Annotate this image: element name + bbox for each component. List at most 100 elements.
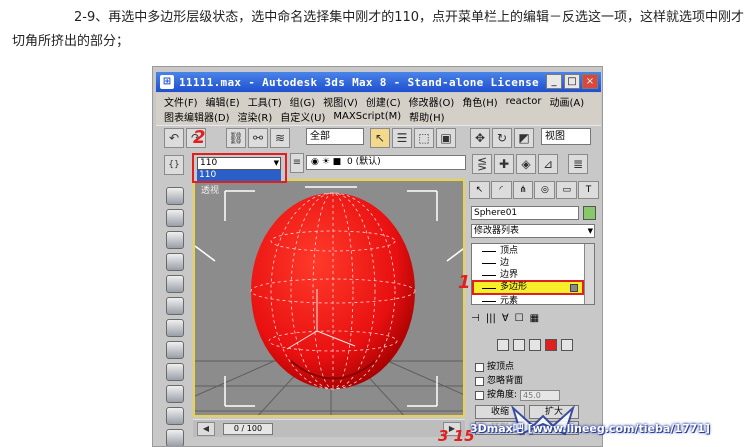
menu-reactor[interactable]: reactor [506, 96, 542, 107]
show-end-result-icon[interactable] [570, 284, 578, 292]
ignore-backfacing-option[interactable]: 忽略背面 [475, 375, 523, 387]
by-angle-option[interactable]: 按角度: 45.0 [475, 389, 561, 401]
motion-tab-icon[interactable]: ◎ [534, 181, 556, 199]
stack-item-polygon[interactable]: 多边形 [472, 280, 584, 295]
tree-line [482, 301, 496, 302]
water-icon[interactable] [166, 407, 184, 425]
window-controls: _ □ × [546, 74, 598, 89]
soft-body-icon[interactable] [166, 231, 184, 249]
preview-icon[interactable] [166, 429, 184, 446]
stack-item-vertex[interactable]: 顶点 [472, 245, 584, 257]
utilities-tab-icon[interactable]: T [578, 181, 599, 199]
show-end-result-toggle-icon[interactable]: ||| [486, 313, 496, 324]
motor-icon[interactable] [166, 319, 184, 337]
minimize-button[interactable]: _ [546, 74, 562, 89]
named-selection-option[interactable]: 110 [197, 170, 281, 181]
make-unique-icon[interactable]: ∀ [502, 313, 509, 324]
rigid-body-icon[interactable] [166, 187, 184, 205]
named-selection-dropdown[interactable]: 110 ▼ [197, 157, 281, 170]
stack-item-edge[interactable]: 边 [472, 257, 584, 269]
remove-modifier-icon[interactable]: ☐ [515, 313, 524, 324]
stack-tools: ⊣ ||| ∀ ☐ ▦ [471, 310, 595, 327]
selection-filter-dropdown[interactable]: 全部 [306, 128, 364, 145]
polygon-mode-icon[interactable] [545, 339, 557, 351]
vertex-mode-icon[interactable] [497, 339, 509, 351]
menu-group[interactable]: 组(G) [290, 94, 316, 109]
add-to-layer-icon[interactable]: ✚ [494, 154, 514, 174]
reference-coordinate-dropdown[interactable]: 视图 [541, 128, 591, 145]
move-icon[interactable]: ✥ [470, 128, 490, 148]
rectangle-selection-icon[interactable]: ⬚ [414, 128, 434, 148]
undo-icon[interactable]: ↶ [164, 128, 184, 148]
select-layer-icon[interactable]: ◈ [516, 154, 536, 174]
layer-manager-icon[interactable]: ≡ [290, 153, 304, 173]
select-object-icon[interactable]: ↖ [370, 128, 390, 148]
menu-customize[interactable]: 自定义(U) [280, 109, 325, 124]
stack-item-label: 元素 [500, 296, 519, 305]
3dsmax-app-icon: ⊞ [160, 75, 174, 89]
spring-icon[interactable] [166, 275, 184, 293]
window-crossing-icon[interactable]: ▣ [436, 128, 456, 148]
set-current-layer-icon[interactable]: ⊿ [538, 154, 558, 174]
menu-edit[interactable]: 编辑(E) [206, 94, 240, 109]
create-tab-icon[interactable]: ↖ [469, 181, 490, 199]
angle-spinner[interactable]: 45.0 [520, 389, 561, 401]
perspective-viewport[interactable]: 透视 [193, 179, 465, 417]
display-tab-icon[interactable]: ▭ [556, 181, 578, 199]
fracture-icon[interactable] [166, 385, 184, 403]
unlink-icon[interactable]: ⚯ [248, 128, 268, 148]
hierarchy-tab-icon[interactable]: ⋔ [512, 181, 534, 199]
track-bar[interactable] [193, 437, 465, 446]
menu-maxscript[interactable]: MAXScript(M) [333, 111, 401, 122]
menu-file[interactable]: 文件(F) [164, 94, 198, 109]
select-by-name-icon[interactable]: ☰ [392, 128, 412, 148]
element-mode-icon[interactable] [561, 339, 573, 351]
stack-scrollbar[interactable] [584, 244, 594, 304]
object-name-field[interactable]: Sphere01 [471, 206, 579, 220]
modify-tab-icon[interactable]: ◜ [490, 181, 512, 199]
previous-frame-icon[interactable]: ◀ [197, 422, 215, 436]
layer-icons: ◉ ☀ ■ [311, 157, 342, 167]
menu-tools[interactable]: 工具(T) [248, 94, 282, 109]
close-button[interactable]: × [582, 74, 598, 89]
layer-properties-icon[interactable]: ≣ [568, 154, 588, 174]
edge-mode-icon[interactable] [513, 339, 525, 351]
select-link-icon[interactable]: ⛓ [226, 128, 246, 148]
toy-car-icon[interactable] [166, 363, 184, 381]
modifier-list-dropdown[interactable]: 修改器列表 ▼ [471, 224, 595, 238]
time-slider-bar: ◀ 0 / 100 ▶ [193, 419, 465, 437]
bind-space-warp-icon[interactable]: ≋ [270, 128, 290, 148]
pin-stack-icon[interactable]: ⊣ [471, 313, 480, 324]
object-color-swatch[interactable] [583, 206, 596, 220]
scale-icon[interactable]: ◩ [514, 128, 534, 148]
dashpot-icon[interactable] [166, 297, 184, 315]
menu-graph-editors[interactable]: 图表编辑器(D) [164, 109, 230, 124]
border-mode-icon[interactable] [529, 339, 541, 351]
create-layer-icon[interactable]: ⋚ [472, 154, 492, 174]
menu-animation[interactable]: 动画(A) [549, 94, 584, 109]
menu-view[interactable]: 视图(V) [323, 94, 358, 109]
menu-help[interactable]: 帮助(H) [409, 109, 444, 124]
viewport-label[interactable]: 透视 [201, 183, 219, 196]
menu-modifiers[interactable]: 修改器(O) [409, 94, 455, 109]
stack-item-label: 多边形 [500, 282, 528, 292]
main-toolbar: ↶ ↷ ⛓ ⚯ ≋ 全部 ↖ ☰ ⬚ ▣ ✥ ↻ ◩ 视图 [156, 125, 601, 150]
maximize-button[interactable]: □ [564, 74, 580, 89]
by-vertex-checkbox[interactable] [475, 362, 484, 372]
menu-character[interactable]: 角色(H) [462, 94, 497, 109]
stack-item-element[interactable]: 元素 [472, 295, 584, 305]
named-selection-icon[interactable]: {} [164, 155, 184, 175]
cloth-icon[interactable] [166, 209, 184, 227]
configure-sets-icon[interactable]: ▦ [530, 313, 539, 324]
by-vertex-option[interactable]: 按顶点 [475, 361, 514, 373]
layer-dropdown[interactable]: ◉ ☀ ■ 0 (默认) [306, 155, 466, 170]
plane-icon[interactable] [166, 253, 184, 271]
wind-icon[interactable] [166, 341, 184, 359]
menu-create[interactable]: 创建(C) [366, 94, 401, 109]
menu-rendering[interactable]: 渲染(R) [238, 109, 273, 124]
reactor-toolbar [156, 179, 192, 446]
by-angle-checkbox[interactable] [475, 390, 484, 400]
ignore-backfacing-checkbox[interactable] [475, 376, 484, 386]
time-slider[interactable]: 0 / 100 [223, 423, 273, 435]
rotate-icon[interactable]: ↻ [492, 128, 512, 148]
